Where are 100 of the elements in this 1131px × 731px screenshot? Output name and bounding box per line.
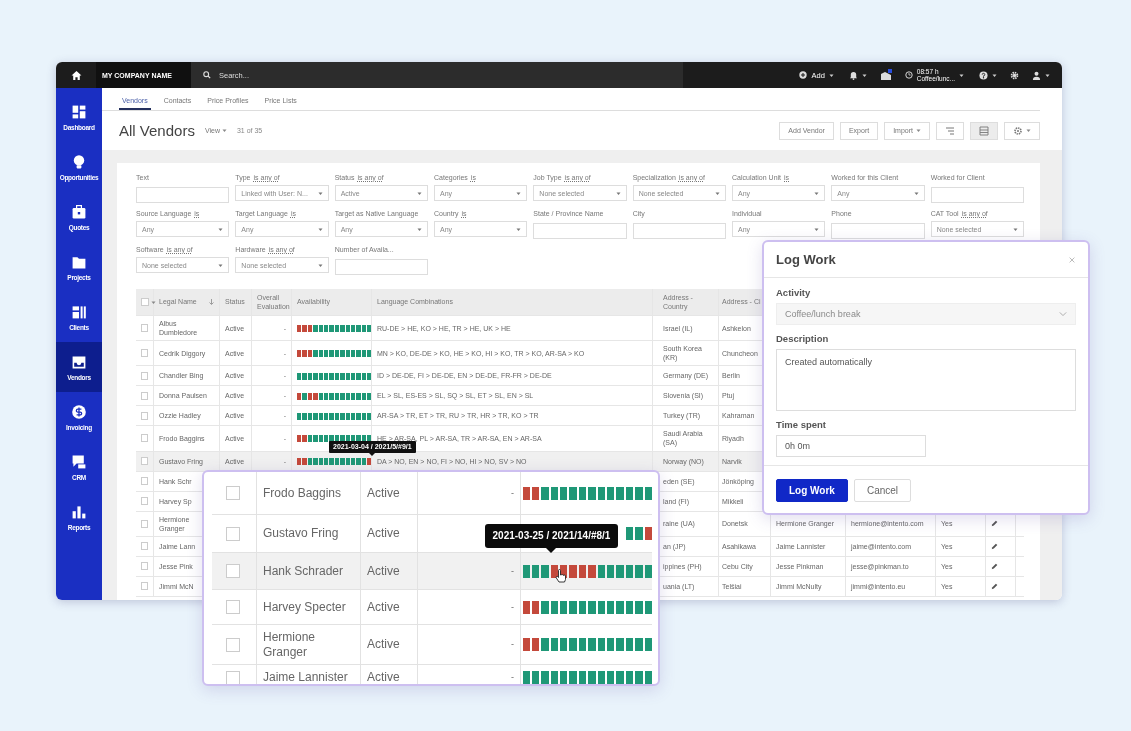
time-spent-field[interactable]: 0h 0m: [776, 435, 926, 457]
field-label: Description: [776, 333, 830, 344]
caret-icon: [715, 190, 720, 196]
checkbox[interactable]: [226, 564, 240, 578]
checkbox[interactable]: [141, 298, 149, 306]
grid-view-button[interactable]: [970, 121, 998, 140]
checkbox[interactable]: [141, 542, 148, 551]
filter-button[interactable]: [936, 121, 964, 140]
clock-icon: [904, 71, 913, 79]
caret-icon: [221, 128, 227, 133]
checkbox[interactable]: [141, 582, 148, 591]
text-field[interactable]: [831, 222, 925, 239]
table-cell: Frodo Baggins: [263, 485, 342, 501]
caret-icon: [317, 262, 323, 268]
checkbox[interactable]: [226, 637, 240, 652]
caret-icon: [1013, 226, 1018, 232]
checkbox[interactable]: [141, 371, 148, 380]
plus-circle-icon: [799, 71, 808, 79]
caret-icon: [1045, 72, 1050, 78]
caret-icon: [516, 190, 522, 196]
tooltip: 2021-03-25 / 2021/14/#8/1: [484, 523, 619, 553]
caret-icon: [218, 262, 224, 268]
table-cell: Gustavo Fring: [263, 526, 339, 541]
text-field[interactable]: [533, 222, 627, 239]
pencil-icon[interactable]: [991, 562, 998, 570]
table-cell: -: [511, 487, 514, 499]
description-field[interactable]: Created automatically: [776, 349, 1076, 411]
search-icon[interactable]: [203, 71, 211, 79]
checkbox[interactable]: [141, 477, 148, 486]
pencil-icon[interactable]: [991, 520, 998, 528]
caret-icon: [615, 190, 621, 196]
table-cell: -: [511, 639, 514, 650]
table-cell: Active: [367, 485, 400, 501]
checkbox[interactable]: [141, 457, 148, 466]
caret-icon: [516, 226, 522, 232]
table-cell: Active: [367, 670, 400, 684]
help-icon: [979, 70, 988, 80]
grid-icon: [979, 125, 989, 136]
cancel-button[interactable]: Cancel: [853, 479, 912, 502]
checkbox[interactable]: [141, 391, 148, 400]
table-cell: Hank Schrader: [263, 563, 344, 579]
field-label: Activity: [776, 287, 812, 298]
checkbox[interactable]: [226, 486, 240, 500]
table-cell: -: [511, 672, 514, 683]
checkbox[interactable]: [226, 526, 240, 541]
chevron-down-icon: [1059, 311, 1067, 317]
chat-icon: [71, 453, 87, 470]
table-cell: -: [511, 601, 514, 613]
inbox-tray-icon[interactable]: [879, 69, 892, 81]
caret-icon: [861, 72, 867, 78]
table-cell: Active: [367, 599, 400, 615]
sort-arrow-icon[interactable]: [209, 299, 214, 305]
caret-icon: [828, 72, 834, 78]
caret-icon: [814, 226, 820, 232]
table-cell: Active: [367, 563, 400, 579]
checkbox[interactable]: [141, 434, 148, 443]
text-field[interactable]: [632, 222, 726, 239]
caret-icon: [317, 226, 323, 232]
inbox-icon: [71, 353, 87, 370]
pencil-icon[interactable]: [991, 582, 998, 590]
caret-icon: [317, 190, 323, 196]
id-card-icon: [71, 303, 87, 320]
pencil-icon[interactable]: [991, 542, 998, 550]
filter-icon: [945, 125, 955, 136]
settings-icon[interactable]: [1010, 70, 1019, 80]
home-icon[interactable]: [70, 69, 82, 81]
caret-icon: [1026, 128, 1031, 133]
caret-icon: [151, 299, 156, 305]
checkbox[interactable]: [226, 670, 240, 684]
checkbox[interactable]: [141, 497, 148, 506]
help-button[interactable]: [977, 68, 999, 82]
dialog-title: Log Work: [776, 252, 836, 267]
user-icon: [1032, 70, 1041, 80]
table-cell-text: Hermione Granger: [263, 630, 317, 659]
caret-icon: [417, 190, 422, 196]
caret-icon: [916, 128, 921, 133]
page-title: All Vendors: [119, 122, 195, 139]
lightbulb-icon: [71, 153, 87, 170]
checkbox[interactable]: [141, 349, 148, 358]
checkbox[interactable]: [141, 411, 148, 420]
checkbox[interactable]: [141, 324, 148, 333]
log-work-button[interactable]: Log Work: [776, 479, 848, 502]
caret-icon: [814, 190, 820, 196]
checkbox[interactable]: [226, 600, 240, 614]
checkbox[interactable]: [141, 562, 148, 571]
settings-button[interactable]: [1004, 121, 1040, 140]
close-icon[interactable]: [1068, 255, 1076, 264]
caret-icon: [417, 226, 422, 232]
hand-pointer-icon: [554, 568, 567, 583]
checkbox[interactable]: [141, 519, 148, 528]
text-field[interactable]: [334, 258, 428, 275]
table-cell: Harvey Specter: [263, 599, 346, 615]
caret-icon: [992, 72, 997, 78]
text-field[interactable]: [136, 186, 230, 203]
table-cell: Active: [367, 526, 400, 541]
field-label: Time spent: [776, 419, 827, 430]
table-cell: Jaime Lannister: [263, 670, 348, 684]
coin-icon: [71, 403, 87, 420]
caret-icon: [913, 190, 919, 196]
text-field[interactable]: [930, 186, 1024, 203]
